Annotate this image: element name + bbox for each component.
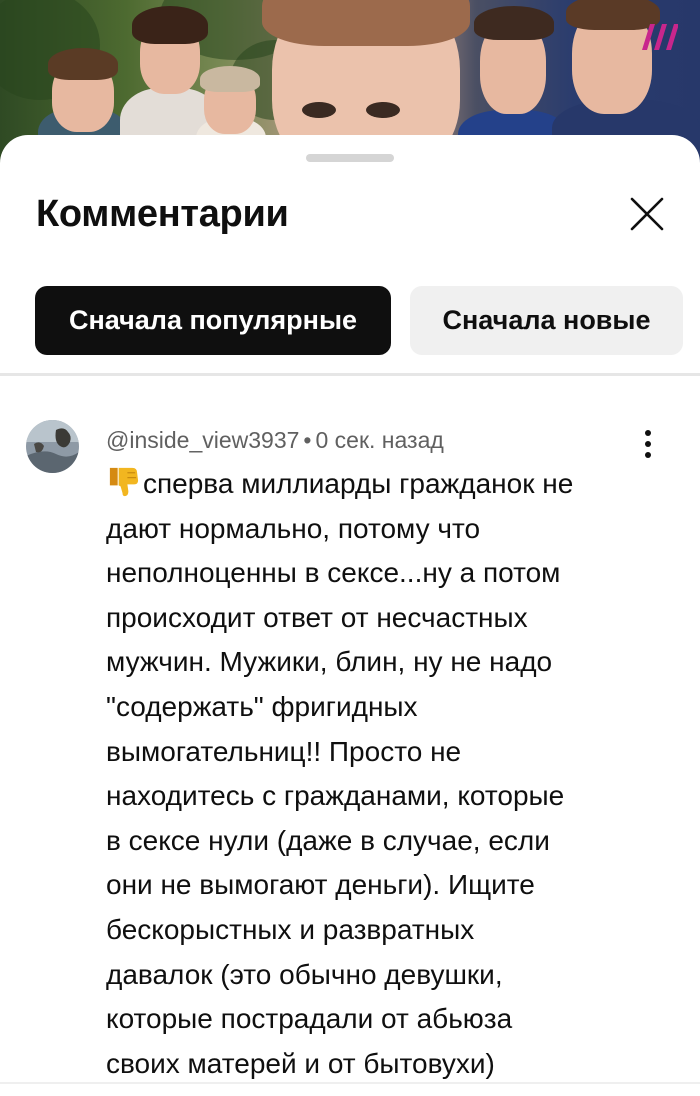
comment-line: они не вымогают деньги). Ищите bbox=[106, 869, 535, 901]
comment-line: вымогательниц!! Просто не bbox=[106, 735, 462, 767]
comment-line: "содержать" фригидных bbox=[106, 690, 418, 722]
dozhd-logo-icon bbox=[642, 24, 678, 50]
comment-time: 0 сек. назад bbox=[315, 427, 444, 453]
meta-separator: • bbox=[303, 427, 312, 453]
comment-line: которые пострадали от абьюза bbox=[106, 1003, 513, 1035]
comment-line: мужчин. Мужики, блин, ну не надо bbox=[106, 646, 553, 678]
close-icon bbox=[630, 197, 664, 231]
sort-newest-chip[interactable]: Сначала новые bbox=[410, 286, 683, 355]
comment-line: давалок (это обычно девушки, bbox=[106, 958, 503, 990]
person-hair bbox=[262, 0, 470, 46]
sheet-title: Комментарии bbox=[36, 193, 289, 235]
more-vertical-icon bbox=[645, 430, 651, 458]
comment-line: бескорыстных и развратных bbox=[106, 913, 475, 945]
eye-shape bbox=[302, 102, 336, 118]
person-hair bbox=[132, 6, 208, 44]
comment-author[interactable]: @inside_view3937 bbox=[106, 427, 299, 453]
comment-line: в сексе нули (даже в случае, если bbox=[106, 824, 550, 856]
divider bbox=[0, 373, 700, 376]
sort-popular-chip[interactable]: Сначала популярные bbox=[35, 286, 391, 355]
comment-text: сперва миллиарды гражданок не дают норма… bbox=[106, 462, 666, 1086]
comment-meta: @inside_view3937 • 0 сек. назад bbox=[106, 427, 444, 454]
avatar[interactable] bbox=[26, 420, 79, 473]
comment-line: дают нормально, потому что bbox=[106, 512, 481, 544]
comments-sheet: Комментарии Сначала популярные Сначала н… bbox=[0, 135, 700, 1096]
comment-line: своих матерей и от бытовухи) bbox=[106, 1047, 495, 1079]
comment-line: неполноценны в сексе...ну а потом bbox=[106, 557, 561, 589]
sort-chips: Сначала популярные Сначала новые bbox=[35, 286, 683, 355]
bottom-divider bbox=[0, 1082, 700, 1084]
drag-handle[interactable] bbox=[306, 154, 394, 162]
comment-line-text: сперва миллиарды гражданок не bbox=[143, 468, 574, 499]
close-button[interactable] bbox=[624, 191, 670, 237]
comments-screen: Комментарии Сначала популярные Сначала н… bbox=[0, 0, 700, 1096]
person-hair bbox=[474, 6, 554, 40]
more-actions-button[interactable] bbox=[632, 428, 664, 464]
comment-line: находитесь с гражданами, которые bbox=[106, 780, 565, 812]
eye-shape bbox=[366, 102, 400, 118]
thumbs-down-icon bbox=[109, 467, 139, 497]
comment-line: происходит ответ от несчастных bbox=[106, 601, 528, 633]
child-hair bbox=[200, 66, 260, 92]
comment-line: сперва миллиарды гражданок не bbox=[106, 462, 666, 507]
person-hair bbox=[48, 48, 118, 80]
avatar-image bbox=[26, 420, 79, 473]
